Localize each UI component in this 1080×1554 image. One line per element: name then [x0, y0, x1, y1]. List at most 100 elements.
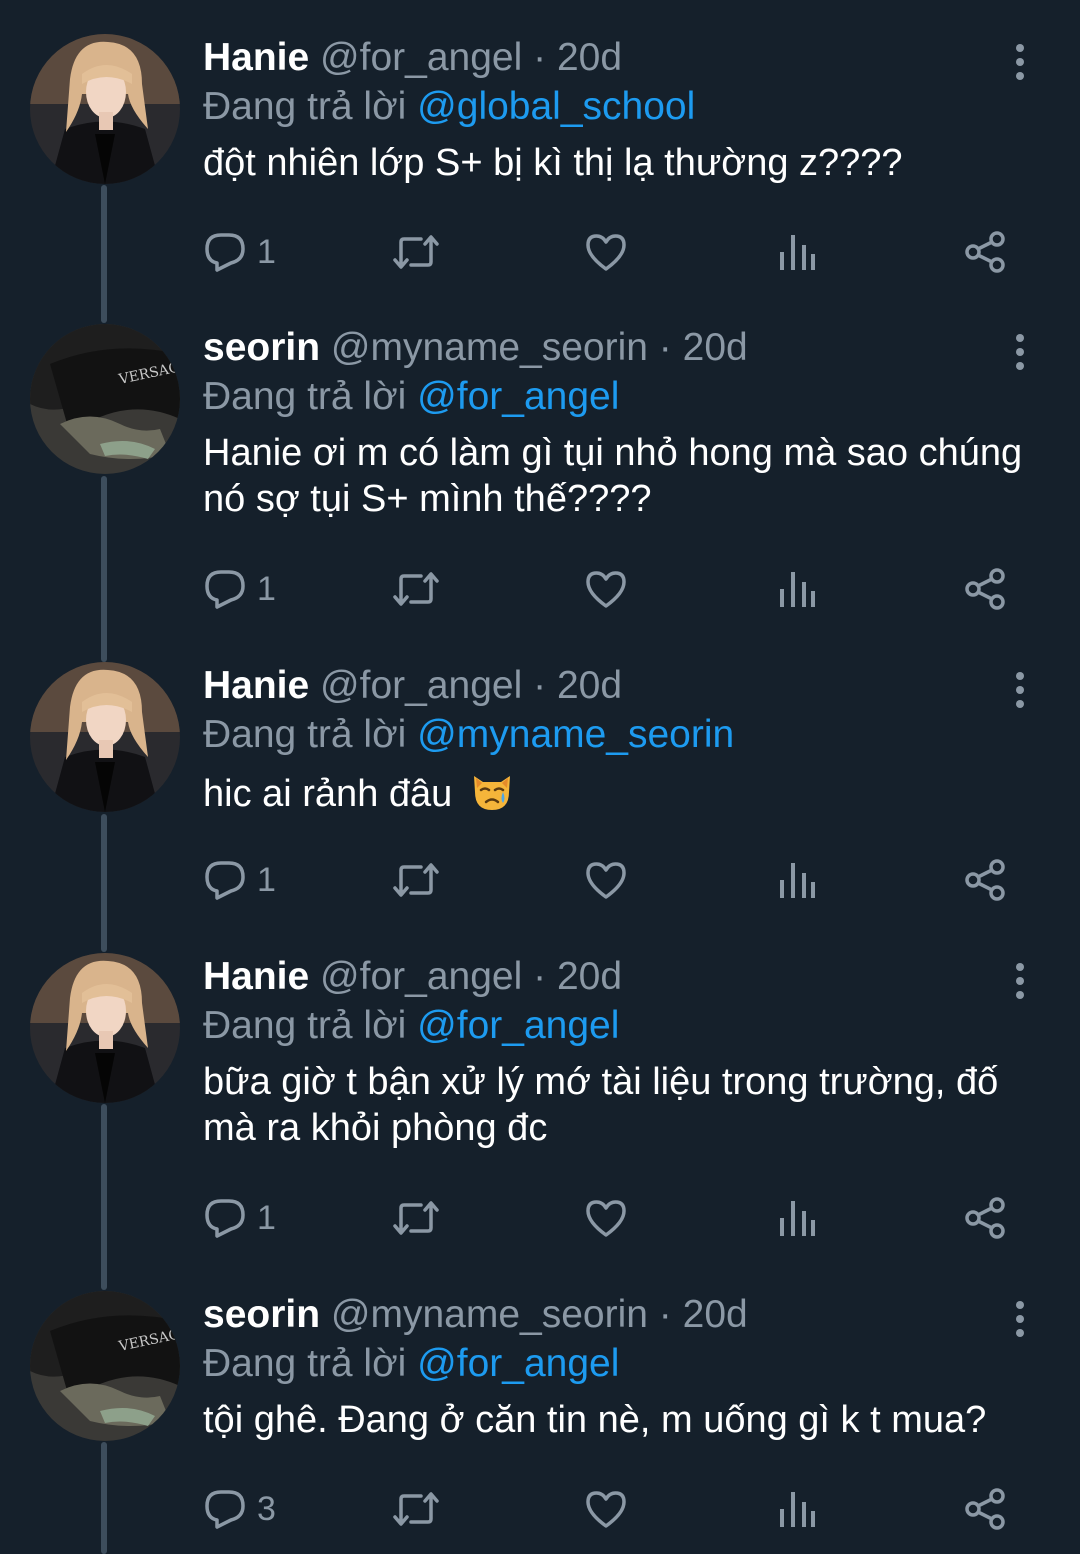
views-button[interactable] — [777, 559, 817, 619]
like-button[interactable] — [584, 1188, 628, 1248]
avatar[interactable] — [30, 34, 180, 184]
like-button[interactable] — [584, 559, 628, 619]
retweet-button[interactable] — [391, 559, 441, 619]
reply-button[interactable]: 1 — [203, 850, 276, 910]
separator-dot: · — [533, 955, 547, 998]
display-name[interactable]: Hanie — [203, 664, 309, 707]
separator-dot: · — [533, 664, 547, 707]
retweet-icon — [391, 858, 441, 902]
share-icon — [963, 858, 1007, 902]
more-vertical-icon[interactable] — [1008, 332, 1032, 372]
replying-to-handle[interactable]: @for_angel — [417, 1342, 619, 1385]
tweet-text: Hanie ơi m có làm gì tụi nhỏ hong mà sao… — [203, 432, 1023, 520]
more-vertical-icon[interactable] — [1008, 1299, 1032, 1339]
timestamp[interactable]: 20d — [557, 955, 622, 998]
tweet-header: Hanie @for_angel · 20d — [203, 953, 1033, 1001]
share-button[interactable] — [963, 222, 1007, 282]
reply-button[interactable]: 1 — [203, 1188, 276, 1248]
retweet-icon — [391, 1196, 441, 1240]
user-handle[interactable]: @myname_seorin — [331, 326, 648, 369]
heart-icon — [584, 1487, 628, 1531]
replying-to-label: Đang trả lời — [203, 713, 407, 756]
like-button[interactable] — [584, 1479, 628, 1539]
timestamp[interactable]: 20d — [683, 326, 748, 369]
action-bar: 1 — [203, 1188, 1033, 1248]
retweet-button[interactable] — [391, 850, 441, 910]
more-vertical-icon[interactable] — [1008, 670, 1032, 710]
avatar[interactable] — [30, 662, 180, 812]
tweet-text: hic ai rảnh đâu — [203, 768, 1033, 817]
reply-count: 1 — [257, 860, 276, 899]
share-button[interactable] — [963, 1479, 1007, 1539]
reply-button[interactable]: 3 — [203, 1479, 276, 1539]
analytics-icon — [777, 1196, 817, 1240]
heart-icon — [584, 567, 628, 611]
share-button[interactable] — [963, 850, 1007, 910]
retweet-icon — [391, 567, 441, 611]
tweet-text-content: hic ai rảnh đâu — [203, 773, 453, 815]
replying-to: Đang trả lời @global_school — [203, 82, 1033, 132]
avatar[interactable]: VERSACE — [30, 1291, 180, 1441]
replying-to-handle[interactable]: @for_angel — [417, 1004, 619, 1047]
analytics-icon — [777, 858, 817, 902]
replying-to-handle[interactable]: @for_angel — [417, 375, 619, 418]
analytics-icon — [777, 567, 817, 611]
reply-count: 3 — [257, 1489, 276, 1528]
reply-count: 1 — [257, 1198, 276, 1237]
replying-to-label: Đang trả lời — [203, 1004, 407, 1047]
heart-icon — [584, 858, 628, 902]
tweet-body: Hanie @for_angel · 20d Đang trả lời @myn… — [203, 662, 1033, 817]
views-button[interactable] — [777, 1188, 817, 1248]
replying-to: Đang trả lời @myname_seorin — [203, 710, 1033, 760]
timestamp[interactable]: 20d — [683, 1293, 748, 1336]
replying-to-label: Đang trả lời — [203, 1342, 407, 1385]
like-button[interactable] — [584, 222, 628, 282]
views-button[interactable] — [777, 850, 817, 910]
replying-to-label: Đang trả lời — [203, 85, 407, 128]
share-icon — [963, 230, 1007, 274]
timestamp[interactable]: 20d — [557, 664, 622, 707]
more-vertical-icon[interactable] — [1008, 961, 1032, 1001]
separator-dot: · — [533, 36, 547, 79]
tweet-text: tội ghê. Đang ở căn tin nè, m uống gì k … — [203, 1399, 987, 1441]
reply-button[interactable]: 1 — [203, 222, 276, 282]
analytics-icon — [777, 1487, 817, 1531]
reply-count: 1 — [257, 569, 276, 608]
display-name[interactable]: seorin — [203, 1293, 320, 1336]
user-handle[interactable]: @myname_seorin — [331, 1293, 648, 1336]
user-handle[interactable]: @for_angel — [320, 664, 522, 707]
views-button[interactable] — [777, 222, 817, 282]
retweet-icon — [391, 230, 441, 274]
replying-to-handle[interactable]: @myname_seorin — [417, 713, 734, 756]
action-bar: 1 — [203, 222, 1033, 282]
reply-button[interactable]: 1 — [203, 559, 276, 619]
user-handle[interactable]: @for_angel — [320, 36, 522, 79]
tweet-header: Hanie @for_angel · 20d — [203, 34, 1033, 82]
replying-to: Đang trả lời @for_angel — [203, 1001, 1033, 1051]
share-button[interactable] — [963, 1188, 1007, 1248]
like-button[interactable] — [584, 850, 628, 910]
avatar[interactable]: VERSACE — [30, 324, 180, 474]
display-name[interactable]: Hanie — [203, 36, 309, 79]
avatar[interactable] — [30, 953, 180, 1103]
display-name[interactable]: seorin — [203, 326, 320, 369]
display-name[interactable]: Hanie — [203, 955, 309, 998]
share-button[interactable] — [963, 559, 1007, 619]
tweet-header: seorin @myname_seorin · 20d — [203, 324, 1033, 372]
thread-line — [101, 814, 107, 952]
retweet-button[interactable] — [391, 1188, 441, 1248]
tweet-body: Hanie @for_angel · 20d Đang trả lời @glo… — [203, 34, 1033, 186]
views-button[interactable] — [777, 1479, 817, 1539]
tweet-body: seorin @myname_seorin · 20d Đang trả lời… — [203, 324, 1033, 522]
timestamp[interactable]: 20d — [557, 36, 622, 79]
retweet-button[interactable] — [391, 222, 441, 282]
more-vertical-icon[interactable] — [1008, 42, 1032, 82]
heart-icon — [584, 230, 628, 274]
reply-icon — [203, 567, 247, 611]
separator-dot: · — [658, 326, 672, 369]
user-handle[interactable]: @for_angel — [320, 955, 522, 998]
reply-icon — [203, 1196, 247, 1240]
retweet-button[interactable] — [391, 1479, 441, 1539]
replying-to-handle[interactable]: @global_school — [417, 85, 695, 128]
action-bar: 1 — [203, 850, 1033, 910]
